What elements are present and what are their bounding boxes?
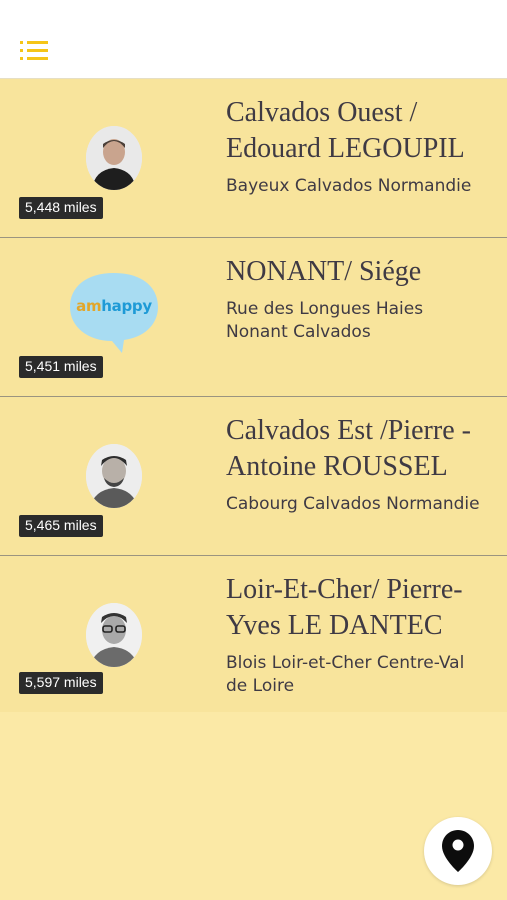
- location-list: 5,448 miles Calvados Ouest / Edouard LEG…: [0, 79, 507, 712]
- list-menu-icon[interactable]: [20, 41, 48, 63]
- person-avatar: [86, 603, 142, 667]
- person-avatar: [86, 444, 142, 508]
- top-bar: [0, 0, 507, 79]
- amhappy-logo: amhappy: [66, 269, 162, 355]
- map-pin-icon: [442, 830, 474, 872]
- location-address: Bayeux Calvados Normandie: [226, 176, 472, 196]
- distance-badge: 5,448 miles: [19, 197, 103, 219]
- location-address: Blois Loir-et-Cher Centre-Val de Loire: [226, 653, 465, 696]
- location-name: Calvados Ouest / Edouard LEGOUPIL: [226, 97, 465, 164]
- list-item[interactable]: 5,597 miles Loir-Et-Cher/ Pierre-Yves LE…: [0, 556, 507, 712]
- distance-badge: 5,597 miles: [19, 672, 103, 694]
- location-name: Calvados Est /Pierre - Antoine ROUSSEL: [226, 415, 471, 482]
- distance-badge: 5,451 miles: [19, 356, 103, 378]
- list-item[interactable]: amhappy 5,451 miles NONANT/ Siége Rue de…: [0, 238, 507, 397]
- list-item[interactable]: 5,465 miles Calvados Est /Pierre - Antoi…: [0, 397, 507, 556]
- location-name: Loir-Et-Cher/ Pierre-Yves LE DANTEC: [226, 574, 463, 641]
- location-address: Cabourg Calvados Normandie: [226, 494, 480, 514]
- distance-badge: 5,465 miles: [19, 515, 103, 537]
- person-avatar: [86, 126, 142, 190]
- list-item[interactable]: 5,448 miles Calvados Ouest / Edouard LEG…: [0, 79, 507, 238]
- location-address: Rue des Longues Haies Nonant Calvados: [226, 299, 424, 342]
- map-button[interactable]: [424, 817, 492, 885]
- location-name: NONANT/ Siége: [226, 256, 422, 287]
